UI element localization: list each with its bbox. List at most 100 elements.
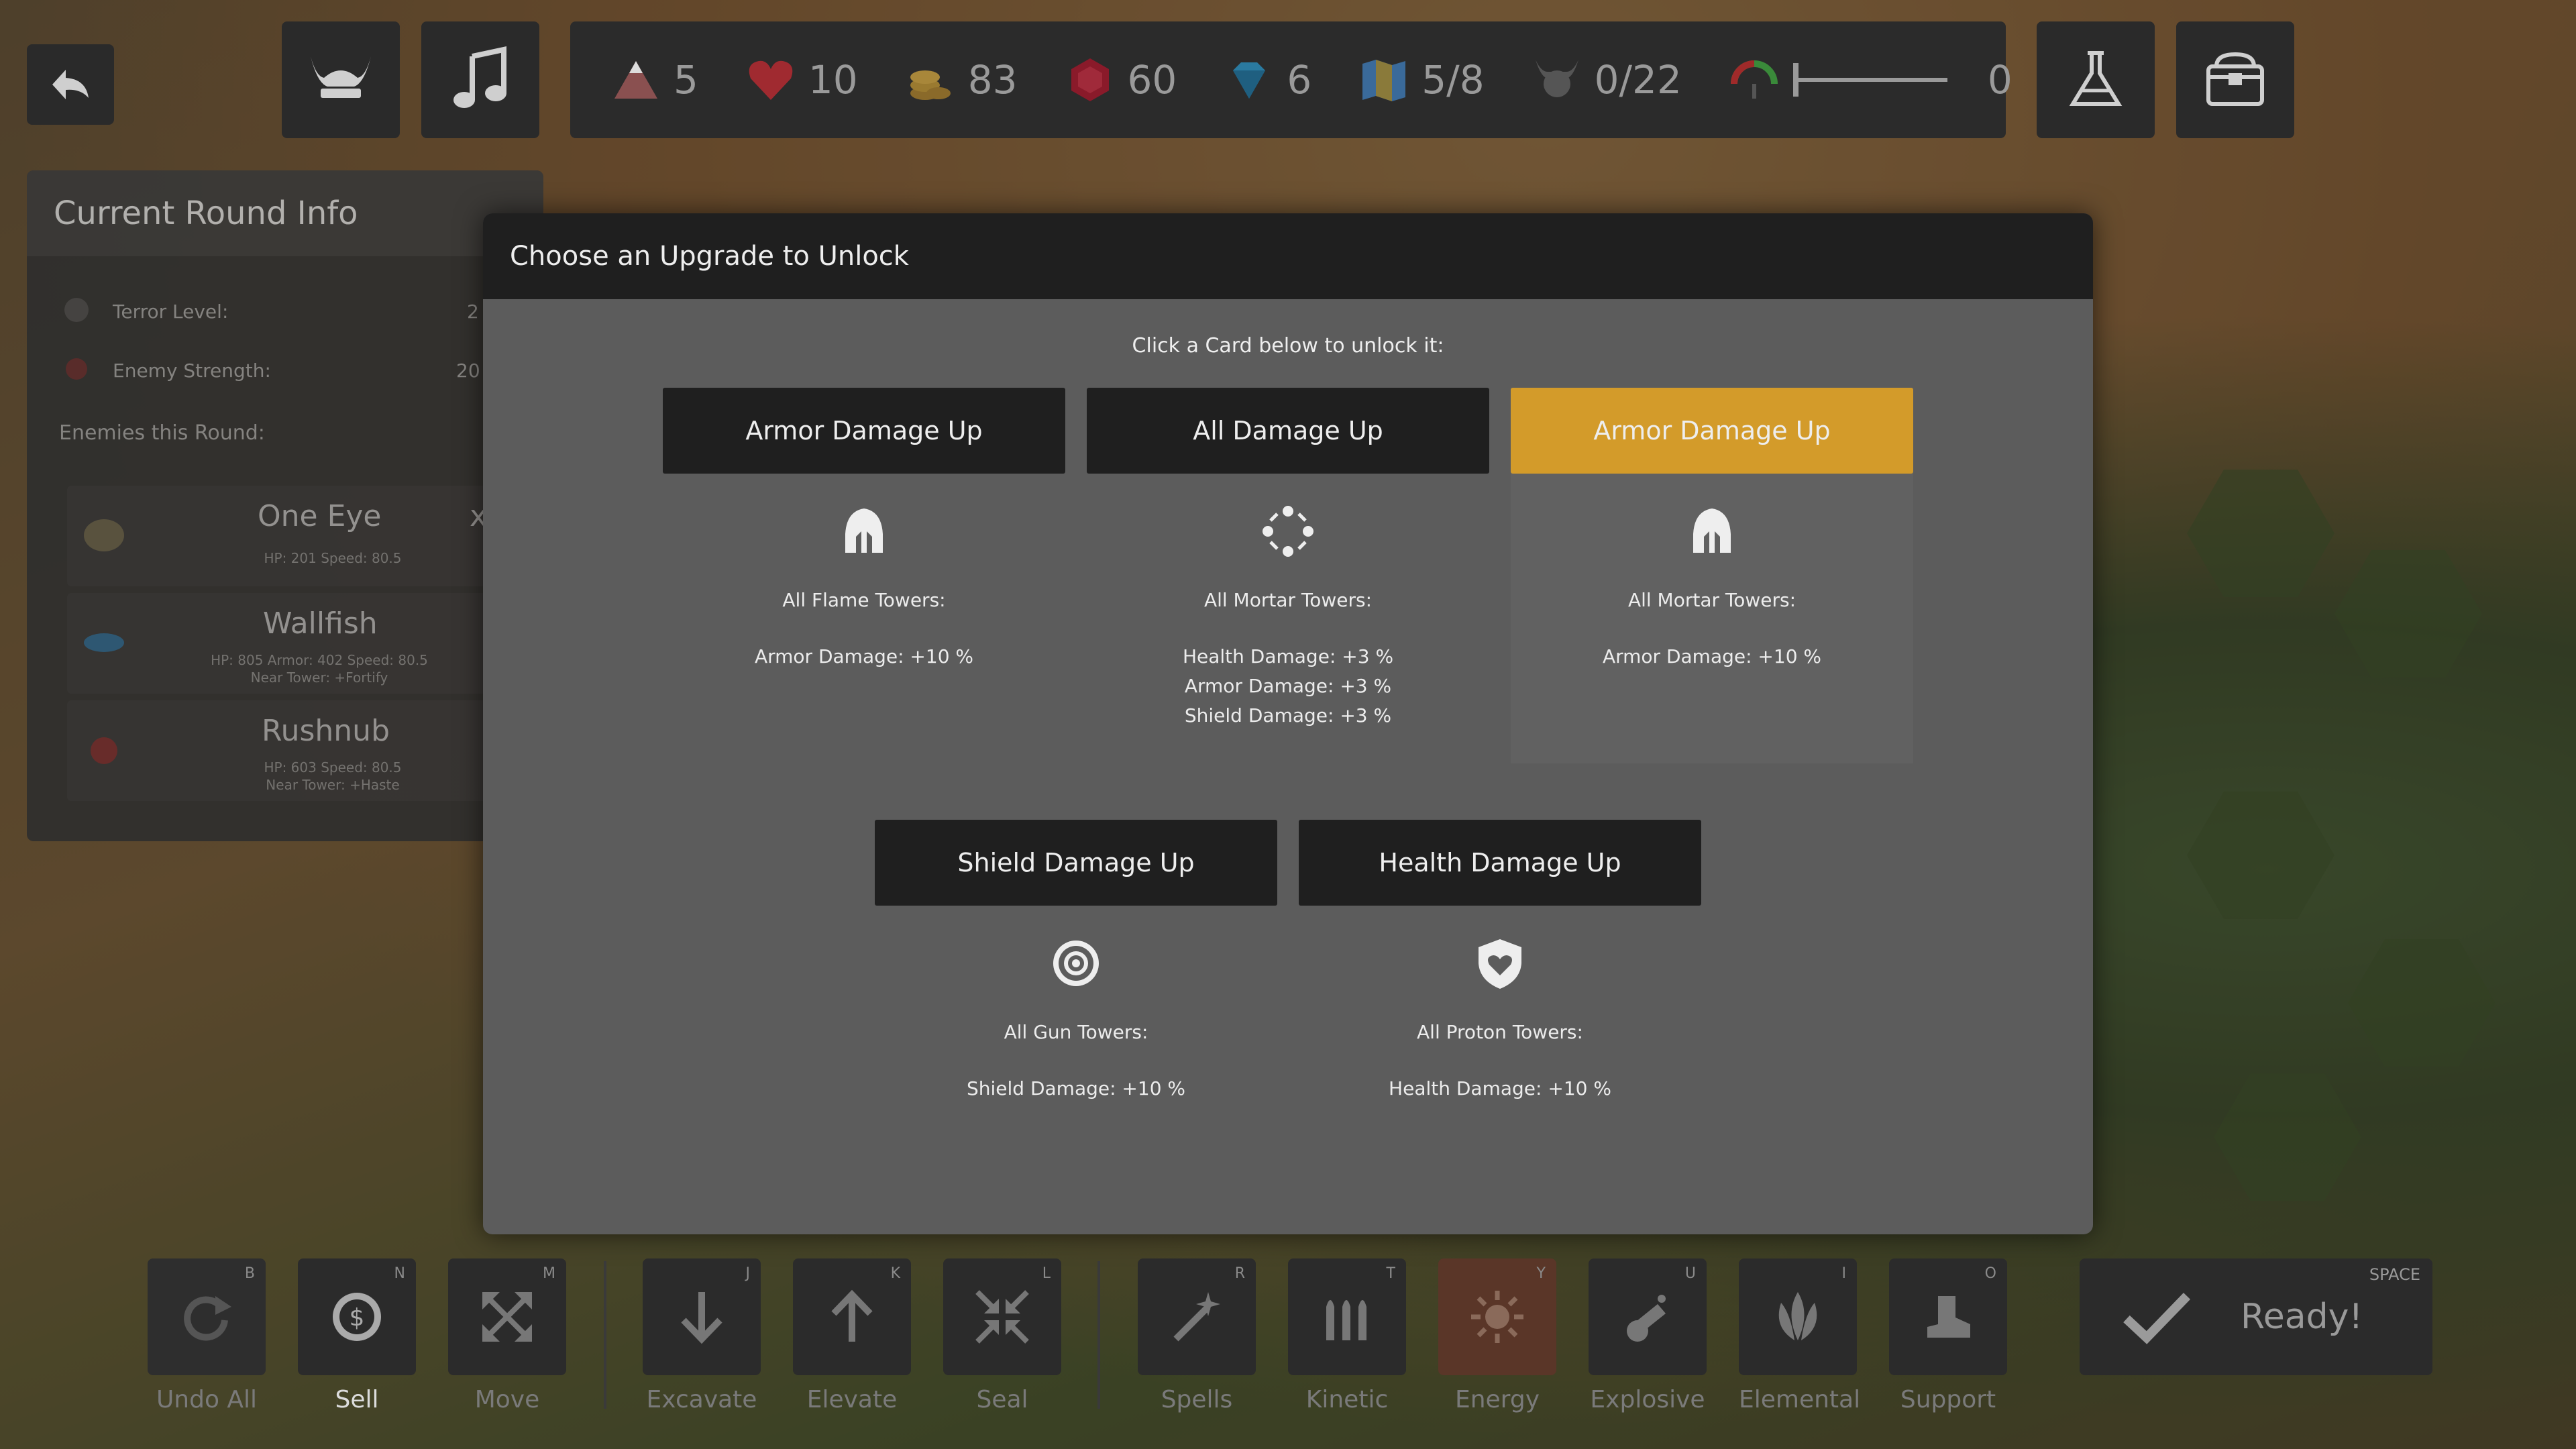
upgrade-card[interactable]: Armor Damage Up All Flame Towers: Armor … xyxy=(663,388,1065,763)
speed-value: 0 xyxy=(1987,57,2012,103)
viking-helmet-icon xyxy=(311,56,371,98)
enemy-stats: HP: 603 Speed: 80.5 xyxy=(264,759,402,775)
round-info-panel: Current Round Info Terror Level: 2 Enemy… xyxy=(27,170,543,841)
enemy-stats: HP: 805 Armor: 402 Speed: 80.5 xyxy=(211,652,428,668)
enemy-name: Rushnub xyxy=(262,714,390,748)
card-effects: Health Damage: +3 % Armor Damage: +3 % S… xyxy=(1087,642,1489,731)
research-button[interactable] xyxy=(2037,21,2155,138)
move-button[interactable]: M xyxy=(448,1258,566,1375)
card-title[interactable]: Armor Damage Up xyxy=(663,388,1065,474)
terror-label: Terror Level: xyxy=(113,301,229,323)
undo-icon xyxy=(184,1296,231,1341)
wallfish-icon xyxy=(84,633,124,652)
helmet-icon xyxy=(1693,508,1731,553)
cannon-icon xyxy=(1627,1295,1666,1342)
card-effect: Health Damage: +10 % xyxy=(1389,1077,1611,1099)
enemy-row: Wallfish x4 HP: 805 Armor: 402 Speed: 80… xyxy=(67,593,537,694)
hotkey: M xyxy=(543,1265,555,1282)
hotkey: J xyxy=(745,1265,751,1282)
red-gem-icon xyxy=(1071,58,1109,101)
kinetic-button[interactable]: T xyxy=(1288,1258,1406,1375)
card-title[interactable]: Health Damage Up xyxy=(1299,820,1701,906)
rushnub-icon xyxy=(91,737,117,764)
speed-slider[interactable] xyxy=(1792,63,1947,97)
crosshair-dots-icon xyxy=(1263,506,1313,557)
enemy-extra: Near Tower: +Fortify xyxy=(250,669,388,686)
diamond-resource: 6 xyxy=(1224,54,1311,105)
undo-all-button[interactable]: B xyxy=(148,1258,266,1375)
one-eye-icon xyxy=(84,519,124,551)
elemental-button[interactable]: I xyxy=(1739,1258,1857,1375)
energy-button[interactable]: Y xyxy=(1438,1258,1556,1375)
diamond-value: 6 xyxy=(1287,57,1312,103)
horned-skull-icon xyxy=(1535,60,1578,97)
card-target: All Proton Towers: xyxy=(1417,1021,1583,1043)
coins-icon xyxy=(910,70,951,100)
card-title[interactable]: Shield Damage Up xyxy=(875,820,1277,906)
helmet-icon xyxy=(845,508,883,553)
red-gem-value: 60 xyxy=(1127,57,1177,103)
ready-button[interactable]: Ready! SPACE xyxy=(2080,1258,2432,1375)
card-effect: Shield Damage: +10 % xyxy=(966,1077,1186,1099)
inventory-button[interactable] xyxy=(2176,21,2294,138)
card-effect: Armor Damage: +10 % xyxy=(1602,645,1822,667)
upgrade-card-selected[interactable]: Armor Damage Up All Mortar Towers: Armor… xyxy=(1511,388,1913,763)
tool-label: Explosive xyxy=(1590,1386,1705,1413)
music-button[interactable] xyxy=(421,21,539,138)
hotkey: O xyxy=(1984,1265,1996,1282)
hotkey: U xyxy=(1684,1265,1696,1282)
terror-value: 2 xyxy=(467,301,479,323)
svg-text:$: $ xyxy=(350,1304,365,1332)
card-effects: Armor Damage: +10 % xyxy=(663,642,1065,672)
hotkey: Y xyxy=(1536,1265,1546,1282)
card-target: All Gun Towers: xyxy=(1004,1021,1148,1043)
upgrade-card[interactable]: Shield Damage Up All Gun Towers: Shield … xyxy=(875,820,1277,1195)
card-target: All Mortar Towers: xyxy=(1203,589,1373,611)
strength-icon xyxy=(66,358,87,380)
elevate-button[interactable]: K xyxy=(793,1258,911,1375)
heart-icon xyxy=(749,60,793,100)
strength-label: Enemy Strength: xyxy=(113,360,271,382)
enemy-name: Wallfish xyxy=(263,606,378,641)
resource-bar: 5 10 83 60 6 5/8 0/22 0 xyxy=(570,21,2012,138)
round-info-title: Current Round Info xyxy=(27,170,543,256)
upgrade-card[interactable]: All Damage Up All Mortar Towers: Health … xyxy=(1087,388,1489,763)
hotkey: K xyxy=(890,1265,900,1282)
explosive-button[interactable]: U xyxy=(1589,1258,1707,1375)
tool-label: Elevate xyxy=(806,1386,898,1413)
tool-label: Spells xyxy=(1161,1386,1233,1413)
sell-button[interactable]: $ N xyxy=(298,1258,416,1375)
enemy-name: One Eye xyxy=(258,499,382,533)
tool-label: Energy xyxy=(1454,1386,1540,1413)
viking-helmet-button[interactable] xyxy=(282,21,400,138)
card-title[interactable]: Armor Damage Up xyxy=(1511,388,1913,474)
enemy-extra: Near Tower: +Haste xyxy=(266,777,400,793)
tool-label: Support xyxy=(1900,1386,1996,1413)
card-effects: Health Damage: +10 % xyxy=(1299,1074,1701,1104)
checkmark-icon xyxy=(2123,1293,2191,1344)
hotkey: L xyxy=(1042,1265,1051,1282)
mountain-icon xyxy=(614,61,657,99)
support-button[interactable]: O xyxy=(1889,1258,2007,1375)
hotkey: B xyxy=(244,1265,255,1282)
card-title[interactable]: All Damage Up xyxy=(1087,388,1489,474)
speed-control: 0 xyxy=(1729,54,2012,105)
level-resource: 5 xyxy=(610,54,698,105)
seal-button[interactable]: L xyxy=(943,1258,1061,1375)
hotkey: SPACE xyxy=(2369,1265,2420,1284)
gold-value: 83 xyxy=(967,57,1018,103)
spells-button[interactable]: R xyxy=(1138,1258,1256,1375)
excavate-button[interactable]: J xyxy=(643,1258,761,1375)
enemy-row: Rushnub x3 HP: 603 Speed: 80.5 Near Towe… xyxy=(67,700,537,801)
hotkey: T xyxy=(1386,1265,1395,1282)
bullets-icon xyxy=(1326,1300,1366,1340)
terror-icon xyxy=(64,298,89,322)
tool-label: Seal xyxy=(976,1386,1028,1413)
back-button[interactable] xyxy=(27,44,114,125)
upgrade-card[interactable]: Health Damage Up All Proton Towers: Heal… xyxy=(1299,820,1701,1195)
map-resource: 5/8 xyxy=(1358,54,1485,105)
tool-label: Undo All xyxy=(156,1386,258,1413)
shield-heart-icon xyxy=(1479,939,1521,989)
compress-arrows-icon xyxy=(975,1290,1029,1344)
card-effects: Armor Damage: +10 % xyxy=(1511,642,1913,672)
